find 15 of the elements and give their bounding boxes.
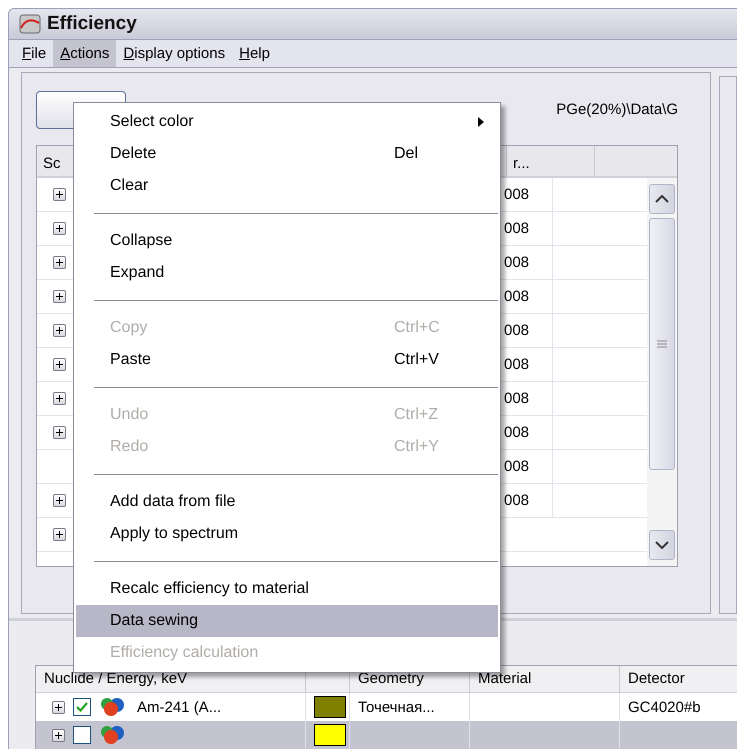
table-cell: 008 xyxy=(504,314,553,347)
table-cell: 008 xyxy=(504,212,553,245)
table-cell: 008 xyxy=(504,484,553,517)
nuclide-name: Am-241 (A... xyxy=(137,698,222,716)
table-cell: 008 xyxy=(504,348,553,381)
table-cell: 008 xyxy=(504,416,553,449)
table-cell: Точечная... xyxy=(358,698,435,716)
table-cell: 008 xyxy=(504,178,553,211)
table-cell: 008 xyxy=(504,450,553,483)
file-path: PGe(20%)\Data\G xyxy=(556,101,678,118)
table-cell: 008 xyxy=(504,382,553,415)
table-cell: GC4020#b xyxy=(628,698,701,716)
table-cell: 008 xyxy=(504,246,553,279)
window-title: Efficiency xyxy=(47,12,137,35)
table-cell: 008 xyxy=(504,280,553,313)
